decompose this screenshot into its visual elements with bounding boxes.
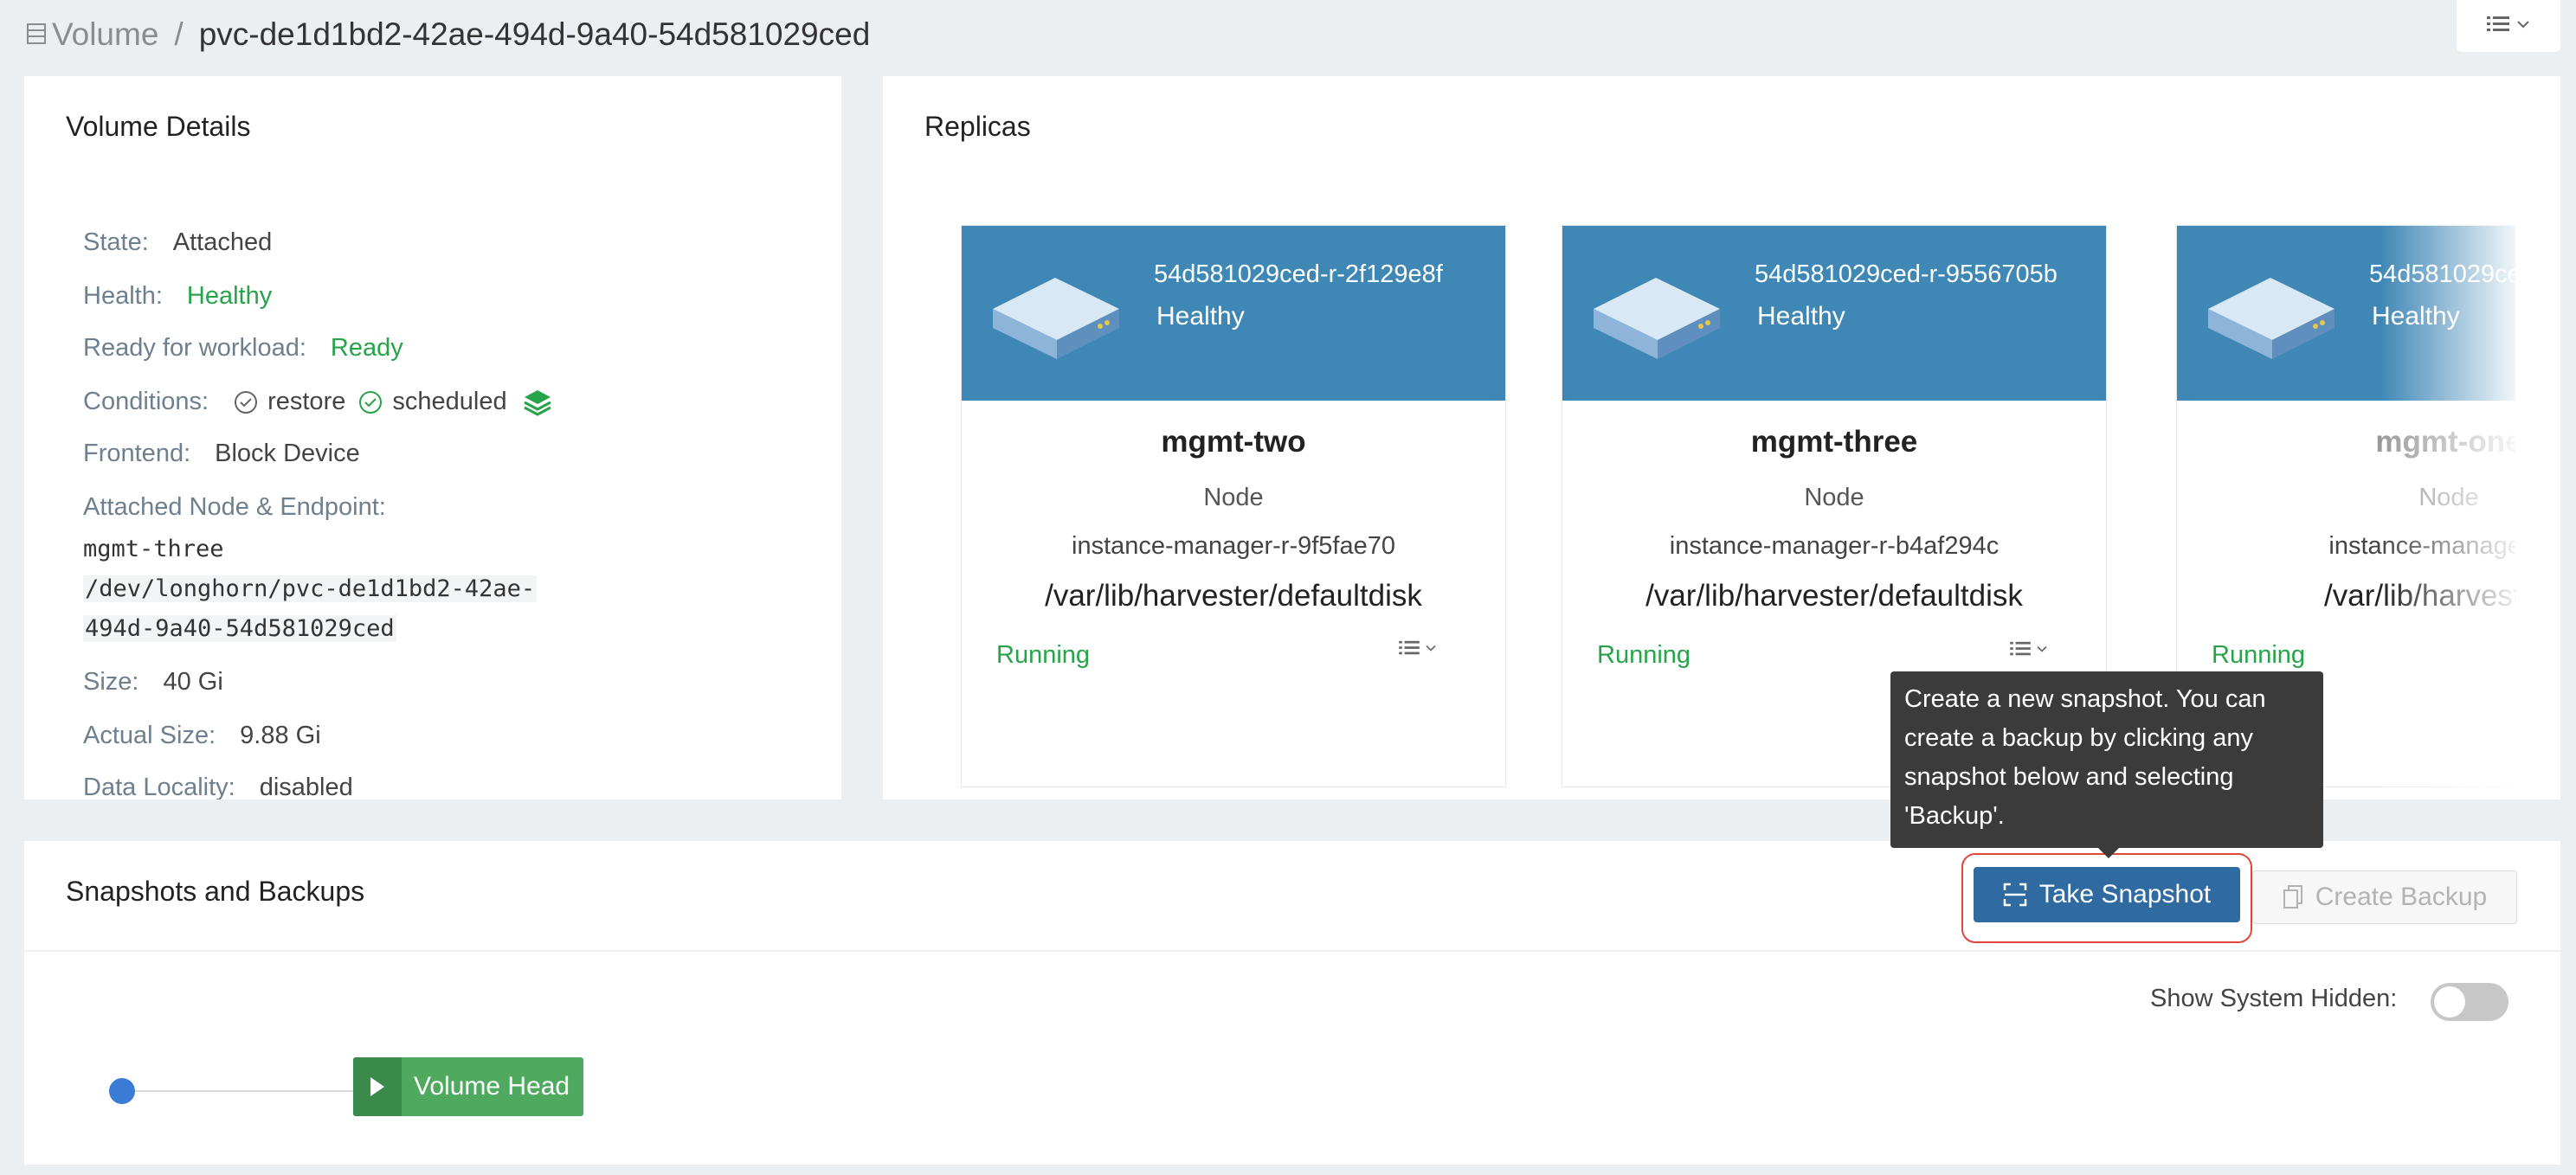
replica-id: 54d581029ced-r-2f129e8f [1154, 260, 1443, 288]
attached-label: Attached Node & Endpoint: [83, 493, 386, 521]
replica-id: 54d581029ce [2369, 260, 2515, 288]
health-label: Health: [83, 282, 163, 310]
attached-node: mgmt-three [83, 536, 224, 562]
disk-icon [2208, 278, 2334, 359]
replica-header: 54d581029ce Healthy [2177, 226, 2515, 401]
replica-id: 54d581029ced-r-9556705b [1755, 260, 2058, 288]
check-circle-icon [235, 390, 258, 414]
snapshots-title: Snapshots and Backups [66, 876, 365, 907]
take-snapshot-label: Take Snapshot [2038, 880, 2212, 909]
replica-instance-manager: instance-manager-r-b4af294c [1669, 532, 2000, 560]
breadcrumb-volume-link[interactable]: Volume [52, 16, 158, 53]
ready-row: Ready for workload: Ready [83, 334, 403, 363]
snapshot-icon [2003, 883, 2026, 907]
state-label: State: [83, 228, 149, 256]
snapshots-panel: Snapshots and Backups Take Snapshot Crea… [24, 841, 2560, 1165]
timeline-root-dot [109, 1078, 135, 1104]
replica-path: /var/lib/harvester/d [2324, 579, 2515, 613]
state-value: Attached [172, 228, 273, 256]
state-row: State: Attached [83, 228, 272, 257]
take-snapshot-tooltip: Create a new snapshot. You can create a … [1890, 671, 2323, 858]
timeline-line [135, 1090, 377, 1092]
attached-endpoint: mgmt-three /dev/longhorn/pvc-de1d1bd2-42… [83, 530, 538, 649]
replica-path: /var/lib/harvester/defaultdisk [1645, 579, 2023, 613]
replica-node: mgmt-two [1161, 425, 1306, 459]
replica-health: Healthy [1757, 302, 1845, 331]
copy-icon [2283, 885, 2302, 909]
volume-icon [26, 22, 48, 48]
attached-row: Attached Node & Endpoint: [83, 493, 410, 522]
volume-details-panel: Volume Details State: Attached Health: H… [24, 76, 841, 799]
show-system-hidden-toggle[interactable] [2431, 983, 2508, 1021]
condition-scheduled-label: scheduled [392, 388, 507, 415]
chevron-down-icon [2516, 18, 2530, 34]
replica-node-label: Node [1203, 484, 1264, 511]
condition-restore-label: restore [267, 388, 346, 415]
disk-icon [1594, 278, 1720, 359]
replica-header: 54d581029ced-r-2f129e8f Healthy [962, 226, 1505, 401]
breadcrumb-current: pvc-de1d1bd2-42ae-494d-9a40-54d581029ced [198, 16, 871, 52]
replica-node: mgmt-three [1750, 425, 1918, 459]
condition-restore: restore [233, 388, 345, 416]
replica-health: Healthy [2372, 302, 2460, 331]
check-circle-icon [359, 390, 383, 414]
volume-head-node[interactable]: Volume Head [353, 1057, 583, 1116]
chevron-down-icon [1426, 645, 1436, 652]
disk-icon [993, 278, 1119, 359]
create-backup-button[interactable]: Create Backup [2252, 870, 2517, 924]
replica-header: 54d581029ced-r-9556705b Healthy [1562, 226, 2106, 401]
conditions-row: Conditions: restore scheduled [83, 388, 552, 416]
create-backup-label: Create Backup [2315, 883, 2488, 911]
locality-value: disabled [259, 774, 353, 799]
replica-path: /var/lib/harvester/defaultdisk [1045, 579, 1422, 613]
size-label: Size: [83, 668, 139, 696]
layers-icon[interactable] [523, 388, 552, 416]
divider [24, 950, 2560, 952]
list-icon [2487, 15, 2509, 38]
breadcrumb-separator: / [174, 16, 184, 52]
endpoint-line-1: /dev/longhorn/pvc-de1d1bd2-42ae- [83, 575, 538, 602]
health-row: Health: Healthy [83, 282, 272, 311]
ready-label: Ready for workload: [83, 334, 306, 362]
replica-node: mgmt-one [2375, 425, 2515, 459]
frontend-label: Frontend: [83, 440, 191, 467]
endpoint-line-2: 494d-9a40-54d581029ced [83, 615, 396, 642]
chevron-down-icon [2037, 645, 2047, 652]
replicas-title: Replicas [924, 111, 1031, 142]
frontend-row: Frontend: Block Device [83, 440, 360, 468]
health-value: Healthy [186, 282, 273, 310]
frontend-value: Block Device [215, 440, 360, 467]
volume-details-title: Volume Details [66, 111, 251, 142]
volume-head-label: Volume Head [414, 1072, 570, 1101]
replica-menu-button[interactable] [1399, 639, 1437, 657]
locality-row: Data Locality: disabled [83, 774, 353, 799]
conditions-label: Conditions: [83, 388, 209, 415]
actual-size-row: Actual Size: 9.88 Gi [83, 722, 321, 750]
replica-card[interactable]: 54d581029ced-r-2f129e8f Healthy mgmt-two… [961, 225, 1506, 787]
ready-value: Ready [330, 334, 403, 362]
size-value: 40 Gi [163, 668, 223, 696]
take-snapshot-button[interactable]: Take Snapshot [1974, 867, 2240, 922]
show-system-hidden-label: Show System Hidden: [2150, 985, 2398, 1012]
breadcrumb: Volume / pvc-de1d1bd2-42ae-494d-9a40-54d… [26, 12, 870, 57]
view-menu-button[interactable] [2457, 0, 2560, 52]
replica-node-label: Node [1804, 484, 1864, 511]
replica-status: Running [1597, 641, 1691, 669]
actual-size-value: 9.88 Gi [240, 722, 321, 749]
size-row: Size: 40 Gi [83, 668, 223, 697]
condition-scheduled: scheduled [357, 388, 507, 416]
replica-status: Running [2212, 641, 2306, 669]
replica-2-menu-button[interactable] [2010, 640, 2048, 658]
play-icon [353, 1057, 402, 1116]
list-icon [2010, 641, 2031, 656]
actual-size-label: Actual Size: [83, 722, 216, 749]
replica-instance-manager: instance-manager-r-9f5fae70 [1072, 532, 1395, 560]
locality-label: Data Locality: [83, 774, 235, 799]
replica-node-label: Node [2418, 484, 2479, 511]
list-icon [1399, 640, 1420, 655]
replica-health: Healthy [1156, 302, 1245, 331]
replica-status: Running [996, 641, 1091, 669]
replica-instance-manager: instance-manager-r-8 [2328, 532, 2515, 560]
